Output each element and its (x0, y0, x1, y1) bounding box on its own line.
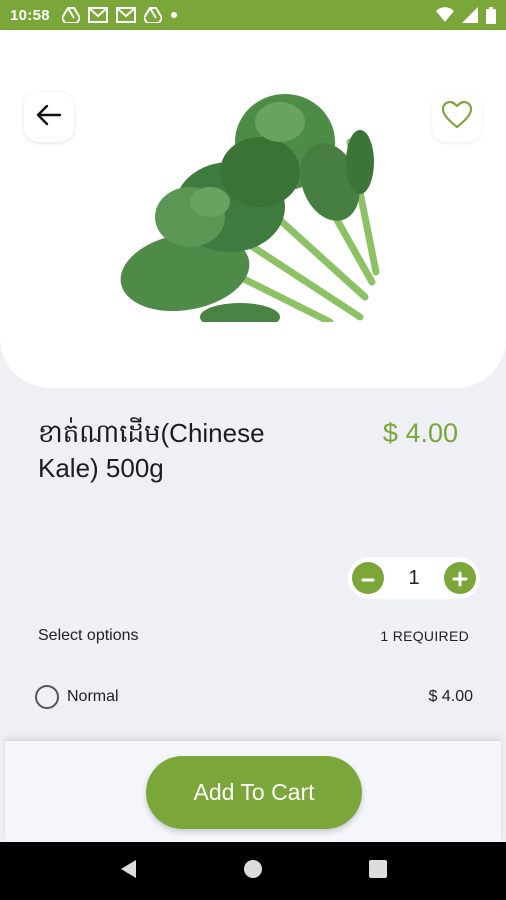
square-recents-icon (368, 859, 387, 883)
product-title: ខាត់ណាដើម(Chinese Kale) 500g (38, 418, 265, 483)
drive-icon (61, 7, 80, 23)
favorite-button[interactable] (432, 92, 482, 142)
bottom-action-bar: Add To Cart (5, 740, 501, 842)
options-label: Select options (38, 627, 139, 644)
circle-home-icon (243, 859, 263, 884)
arrow-left-icon (36, 104, 62, 131)
option-name: Normal (67, 688, 119, 705)
signal-icon (462, 7, 478, 23)
product-price: $ 4.00 (382, 418, 458, 448)
status-notification-icons (61, 7, 178, 23)
product-image (120, 94, 380, 322)
drive-icon (143, 7, 162, 23)
options-required-label: 1 REQUIRED (380, 628, 469, 644)
plus-icon (452, 565, 468, 591)
navigation-bar (0, 842, 506, 900)
battery-icon (486, 6, 496, 24)
decrease-quantity-button[interactable] (352, 562, 384, 594)
add-to-cart-button[interactable]: Add To Cart (146, 756, 362, 829)
nav-home-button[interactable] (233, 851, 273, 891)
increase-quantity-button[interactable] (444, 562, 476, 594)
triangle-back-icon (119, 859, 137, 884)
mail-icon (115, 7, 136, 23)
minus-icon (361, 565, 375, 591)
status-bar: 10:58 (0, 0, 506, 30)
mail-icon (87, 7, 108, 23)
nav-back-button[interactable] (108, 851, 148, 891)
dot-icon (170, 11, 178, 19)
option-item[interactable]: Normal $ 4.00 (35, 684, 473, 710)
nav-recents-button[interactable] (358, 851, 398, 891)
option-price: $ 4.00 (428, 688, 473, 705)
quantity-stepper: 1 (348, 557, 480, 599)
wifi-icon (436, 7, 454, 23)
status-system-icons (436, 6, 496, 24)
back-button[interactable] (24, 92, 74, 142)
quantity-value: 1 (408, 566, 420, 589)
heart-icon (441, 100, 473, 134)
status-time: 10:58 (10, 6, 50, 24)
option-radio[interactable] (35, 685, 59, 709)
product-image-card (0, 30, 506, 388)
